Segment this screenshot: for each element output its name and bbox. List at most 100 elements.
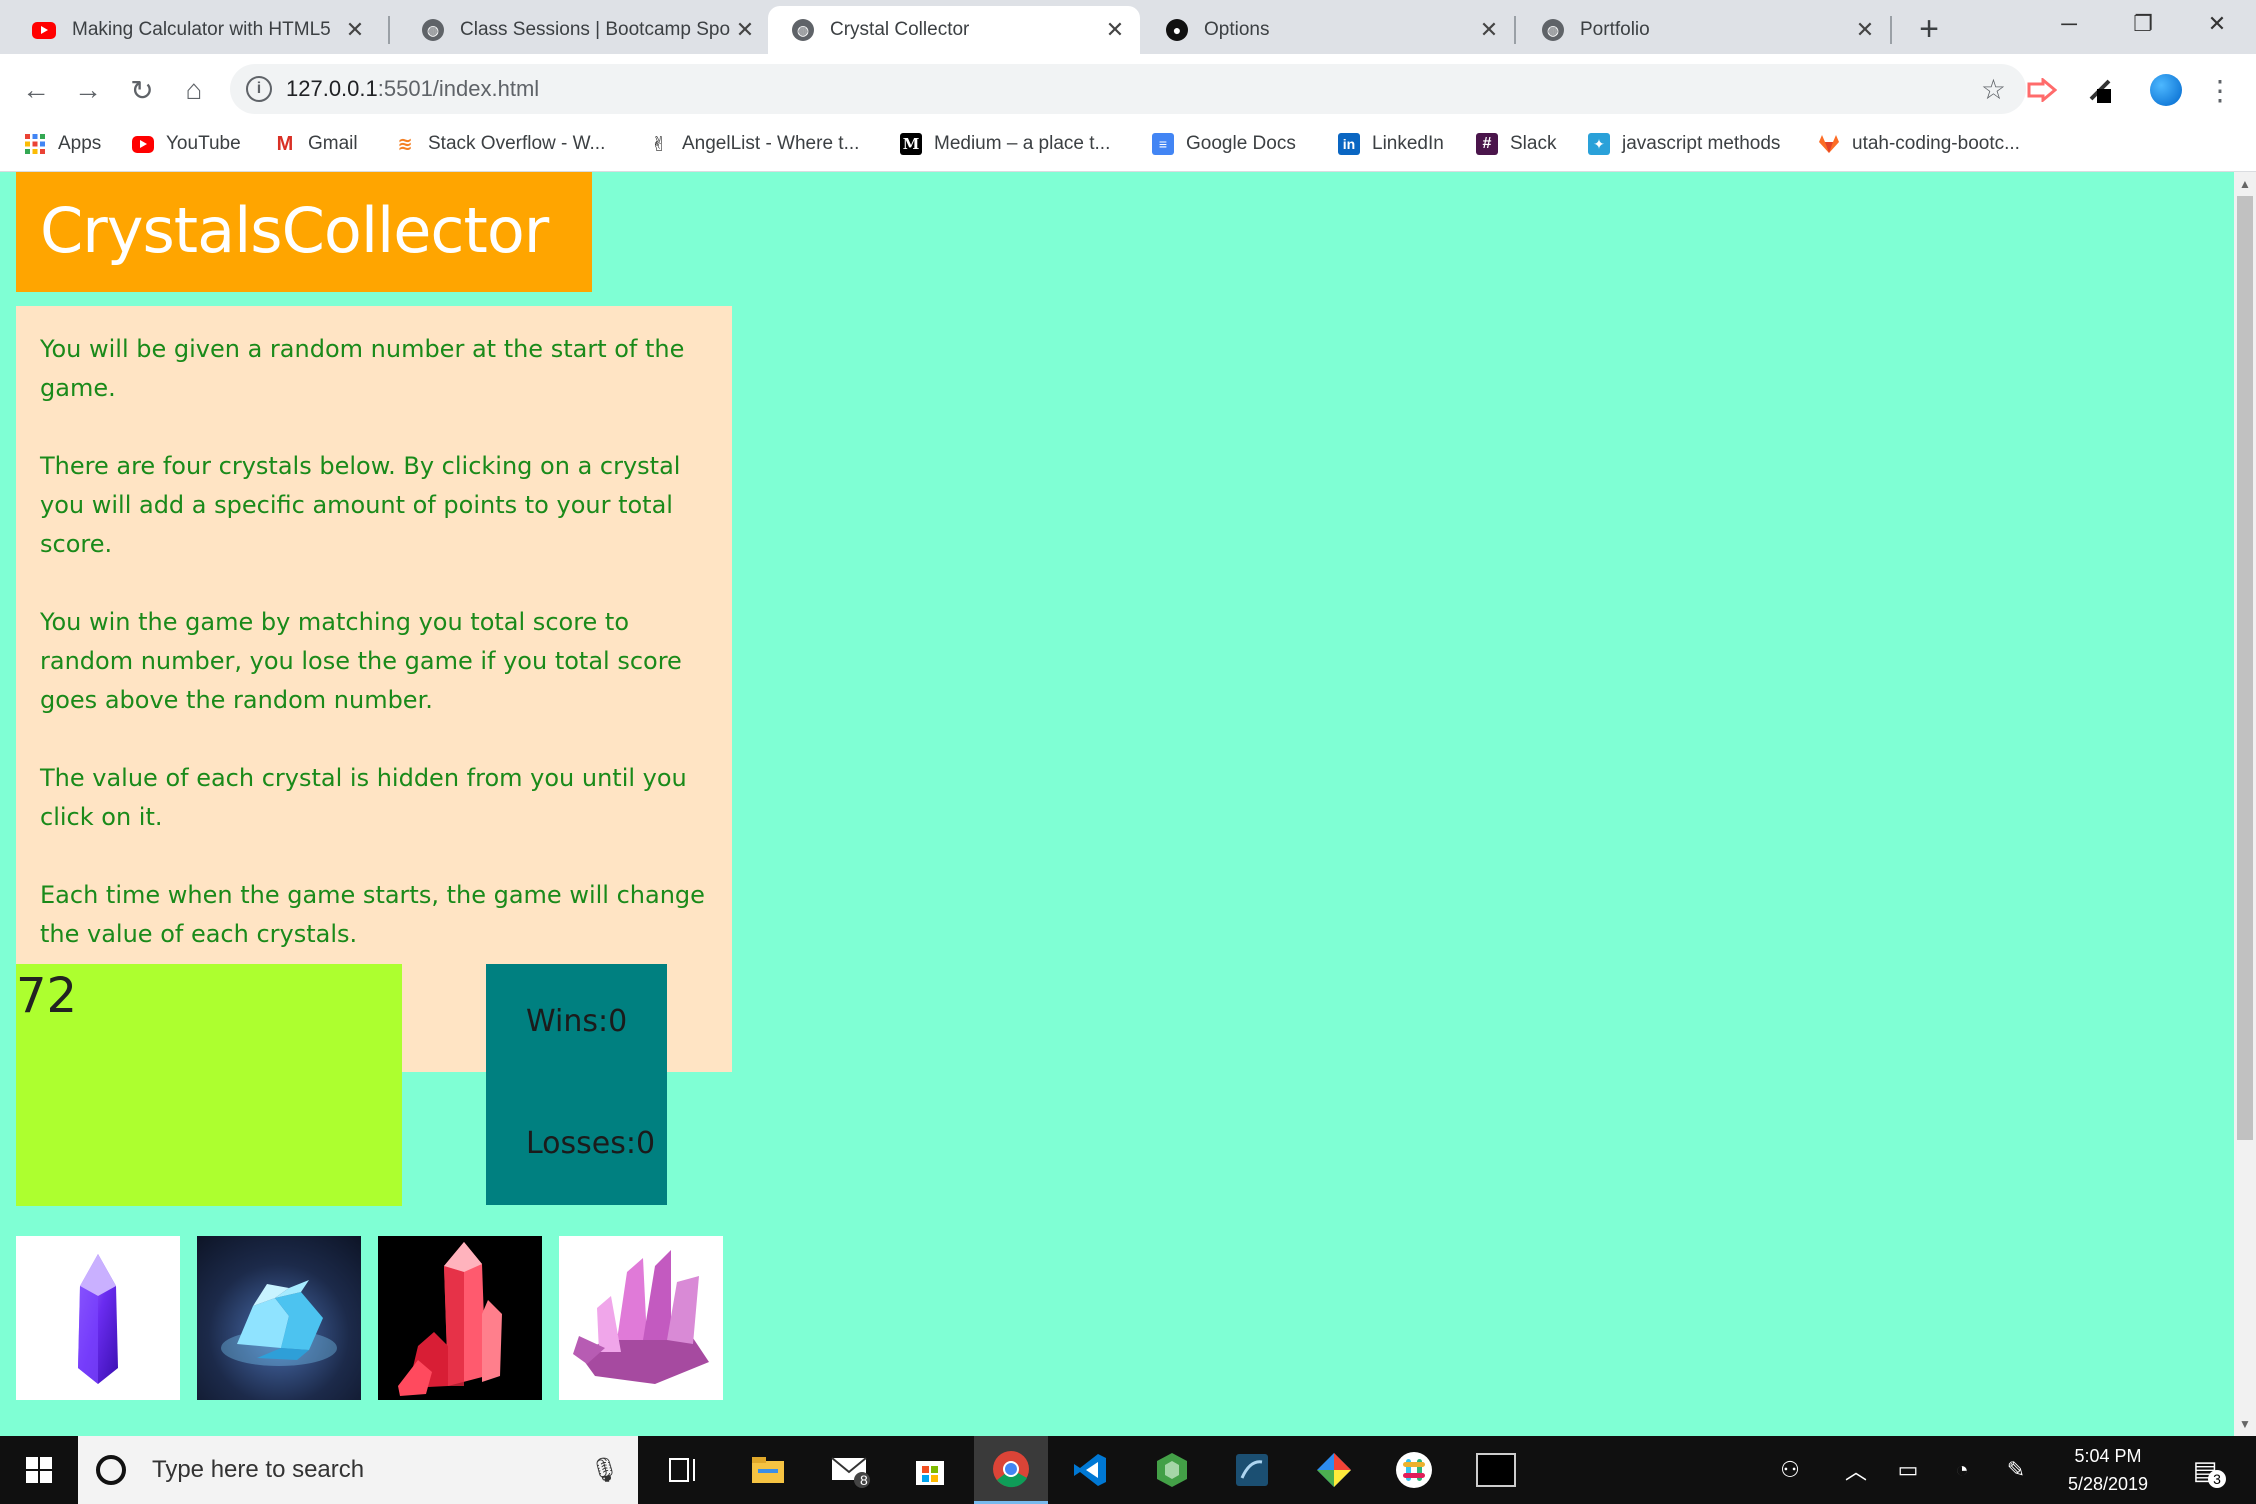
scroll-down-icon[interactable]: ▼ <box>2234 1414 2256 1434</box>
mail-icon[interactable]: 8 <box>826 1446 874 1494</box>
bookmark-linkedin[interactable]: in LinkedIn <box>1338 126 1444 162</box>
bookmark-gitlab[interactable]: utah-coding-bootc... <box>1818 126 2020 162</box>
address-bar[interactable]: i 127.0.0.1:5501/index.html ☆ <box>230 64 2026 114</box>
bookmark-javascript-methods[interactable]: ✦ javascript methods <box>1588 126 1780 162</box>
google-docs-icon: ≡ <box>1152 133 1174 155</box>
apps-grid-icon <box>24 133 46 155</box>
tab-options[interactable]: ● Options ✕ <box>1142 6 1514 54</box>
extension-icon[interactable] <box>2022 70 2062 110</box>
tab-title: Portfolio <box>1580 19 1650 40</box>
task-view-icon[interactable] <box>660 1446 708 1494</box>
page-scrollbar[interactable]: ▲ ▼ <box>2234 172 2256 1436</box>
bookmark-apps[interactable]: Apps <box>24 126 101 162</box>
microphone-icon[interactable]: 🎙 <box>590 1456 620 1485</box>
instruction-paragraph: There are four crystals below. By clicki… <box>40 452 681 558</box>
nodejs-icon[interactable] <box>1148 1446 1196 1494</box>
linkedin-icon: in <box>1338 133 1360 155</box>
close-icon[interactable]: ✕ <box>730 15 760 45</box>
instruction-paragraph: You win the game by matching you total s… <box>40 608 682 714</box>
bookmark-label: LinkedIn <box>1372 133 1444 154</box>
close-icon[interactable]: ✕ <box>1100 15 1130 45</box>
close-window-button[interactable]: ✕ <box>2182 0 2252 48</box>
tab-crystal-collector[interactable]: ◍ Crystal Collector ✕ <box>768 6 1140 54</box>
system-clock[interactable]: 5:04 PM 5/28/2019 <box>2046 1442 2170 1498</box>
home-button[interactable]: ⌂ <box>172 68 216 112</box>
vscode-icon[interactable] <box>1066 1446 1114 1494</box>
bookmark-slack[interactable]: # Slack <box>1476 126 1556 162</box>
browser-tab-strip: Making Calculator with HTML5 ✕ ◍ Class S… <box>0 0 2256 54</box>
bookmark-label: Stack Overflow - W... <box>428 133 606 154</box>
bookmark-star-icon[interactable]: ☆ <box>1981 73 2006 106</box>
youtube-icon <box>132 135 154 153</box>
bookmark-medium[interactable]: M Medium – a place t... <box>900 126 1110 162</box>
close-icon[interactable]: ✕ <box>1850 15 1880 45</box>
mail-badge: 8 <box>860 1472 868 1488</box>
forward-button[interactable]: → <box>66 68 110 112</box>
clock-date: 5/28/2019 <box>2067 1474 2149 1494</box>
pink-crystal-button[interactable] <box>559 1236 723 1400</box>
start-button[interactable] <box>0 1436 78 1504</box>
purple-crystal-button[interactable] <box>16 1236 180 1400</box>
red-crystal-button[interactable] <box>378 1236 542 1400</box>
tab-portfolio[interactable]: ◍ Portfolio ✕ <box>1518 6 1890 54</box>
terminal-icon[interactable] <box>1472 1446 1520 1494</box>
people-icon[interactable]: ⚇ <box>1770 1436 1810 1504</box>
clock-time: 5:04 PM <box>2074 1446 2142 1466</box>
menu-kebab-icon[interactable]: ⋮ <box>2200 70 2240 110</box>
bookmark-label: Google Docs <box>1186 133 1296 154</box>
pen-workspace-icon[interactable]: ✎ <box>1996 1436 2036 1504</box>
wifi-icon[interactable]: ◔ <box>1942 1436 1982 1504</box>
taskbar-search-box[interactable]: Type here to search 🎙 <box>78 1436 638 1504</box>
instruction-paragraph: Each time when the game starts, the game… <box>40 881 705 948</box>
restore-button[interactable]: ❐ <box>2108 0 2178 48</box>
sourcetree-icon[interactable] <box>1310 1446 1358 1494</box>
gitlab-icon <box>1818 133 1840 155</box>
tab-class-sessions[interactable]: ◍ Class Sessions | Bootcamp Spot ✕ <box>398 6 770 54</box>
site-info-icon[interactable]: i <box>246 76 272 102</box>
youtube-icon <box>32 21 56 39</box>
close-icon[interactable]: ✕ <box>340 15 370 45</box>
bookmark-site-icon: ✦ <box>1588 133 1610 155</box>
medium-icon: M <box>900 133 922 155</box>
close-icon[interactable]: ✕ <box>1474 15 1504 45</box>
blue-crystal-button[interactable] <box>197 1236 361 1400</box>
globe-icon: ◍ <box>422 19 444 41</box>
notification-center-icon[interactable]: ▤ 3 <box>2180 1436 2230 1504</box>
globe-icon: ◍ <box>1542 19 1564 41</box>
scrollbar-thumb[interactable] <box>2237 196 2253 1140</box>
scroll-up-icon[interactable]: ▲ <box>2234 174 2256 194</box>
tab-divider <box>1514 16 1516 44</box>
bookmark-angellist[interactable]: ✌ AngelList - Where t... <box>648 126 860 162</box>
store-icon[interactable] <box>906 1446 954 1494</box>
reload-button[interactable]: ↻ <box>120 68 164 112</box>
minimize-button[interactable]: ─ <box>2034 0 2104 48</box>
bookmark-label: Apps <box>58 133 102 154</box>
windows-taskbar: Type here to search 🎙 8 ⚇ ︿ ▭ ◔ ✎ 5:04 P… <box>0 1436 2256 1504</box>
bookmark-label: Gmail <box>308 133 358 154</box>
back-button[interactable]: ← <box>14 68 58 112</box>
pink-crystal-image <box>573 1250 709 1384</box>
tab-divider <box>388 16 390 44</box>
mysql-workbench-icon[interactable] <box>1228 1446 1276 1494</box>
bookmark-google-docs[interactable]: ≡ Google Docs <box>1152 126 1296 162</box>
wins-counter: Wins:0 <box>526 1004 628 1039</box>
bookmark-gmail[interactable]: M Gmail <box>274 126 358 162</box>
tab-making-calculator[interactable]: Making Calculator with HTML5 ✕ <box>8 6 380 54</box>
bookmark-youtube[interactable]: YouTube <box>132 126 241 162</box>
bookmark-label: Medium – a place t... <box>934 133 1111 154</box>
stackoverflow-icon: ≋ <box>397 133 413 154</box>
browser-toolbar: ← → ↻ ⌂ i 127.0.0.1:5501/index.html ☆ ⋮ … <box>0 54 2256 172</box>
new-tab-button[interactable]: + <box>1910 10 1948 48</box>
bookmark-stackoverflow[interactable]: ≋ Stack Overflow - W... <box>394 126 605 162</box>
file-explorer-icon[interactable] <box>744 1446 792 1494</box>
bookmark-label: utah-coding-bootc... <box>1852 133 2020 154</box>
show-hidden-icons-chevron-icon[interactable]: ︿ <box>1836 1436 1876 1504</box>
slack-app-icon[interactable] <box>1390 1446 1438 1494</box>
eyedropper-extension-icon[interactable] <box>2080 70 2120 110</box>
slack-icon: # <box>1476 133 1498 155</box>
bookmark-label: AngelList - Where t... <box>682 133 860 154</box>
chrome-taskbar-icon[interactable] <box>974 1436 1048 1504</box>
bookmark-label: javascript methods <box>1622 133 1781 154</box>
profile-avatar[interactable] <box>2146 70 2186 110</box>
battery-icon[interactable]: ▭ <box>1888 1436 1928 1504</box>
